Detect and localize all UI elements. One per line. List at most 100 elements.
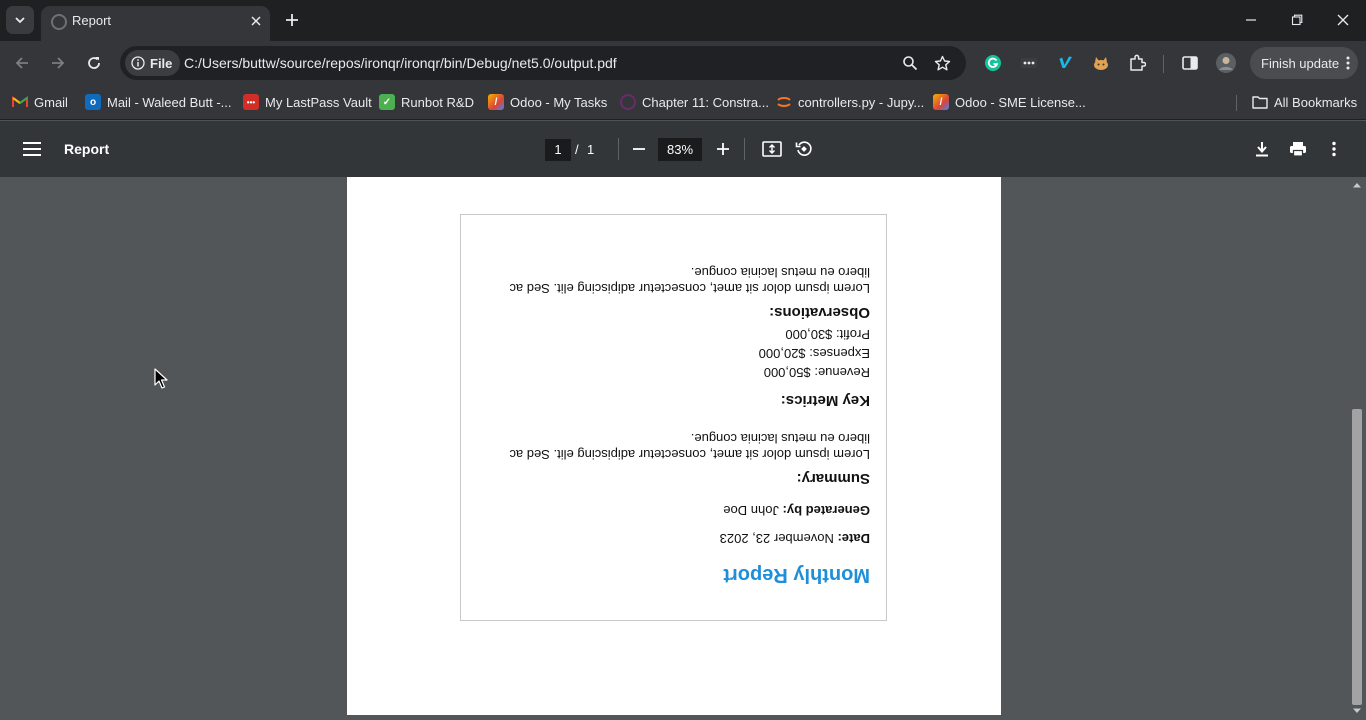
- date-label: Date:: [837, 531, 870, 546]
- address-bar[interactable]: File C:/Users/buttw/source/repos/ironqr/…: [120, 46, 966, 80]
- bookmarks-divider: [1236, 95, 1237, 111]
- globe-icon: [51, 14, 67, 30]
- url-text: C:/Users/buttw/source/repos/ironqr/ironq…: [184, 55, 617, 71]
- all-bookmarks-button[interactable]: All Bookmarks: [1252, 92, 1357, 112]
- zoom-out-button[interactable]: [627, 137, 651, 161]
- generated-label: Generated by:: [782, 503, 870, 518]
- download-icon: [1256, 142, 1268, 157]
- bookmarks-bar: Gmail o Mail - Waleed Butt -... ••• My L…: [0, 85, 1366, 120]
- tab-report[interactable]: Report: [41, 6, 270, 41]
- runbot-icon: ✓: [379, 94, 395, 110]
- print-button[interactable]: [1286, 137, 1310, 161]
- plus-icon: [286, 14, 298, 26]
- browser-toolbar: File C:/Users/buttw/source/repos/ironqr/…: [0, 41, 1366, 85]
- finish-update-button[interactable]: Finish update: [1250, 47, 1358, 79]
- report-box: Monthly Report Date: November 23, 2023 G…: [460, 214, 887, 621]
- report-title: Monthly Report: [723, 564, 870, 586]
- page-total: 1: [587, 142, 595, 157]
- more-vertical-icon: [1332, 141, 1336, 157]
- pdf-divider: [744, 138, 745, 160]
- bookmark-outlook[interactable]: o Mail - Waleed Butt -...: [85, 92, 232, 112]
- cat-icon: [1094, 57, 1108, 70]
- page-number-input[interactable]: 1: [545, 139, 571, 161]
- fit-page-button[interactable]: [760, 137, 784, 161]
- rotate-button[interactable]: [792, 137, 816, 161]
- extensions-button[interactable]: [1126, 52, 1148, 74]
- odoo-icon: /: [933, 94, 949, 110]
- scrollbar-thumb[interactable]: [1352, 409, 1362, 705]
- metric-revenue: Revenue: $50,000: [763, 365, 870, 380]
- bookmark-gmail[interactable]: Gmail: [12, 92, 68, 112]
- bookmark-odoo-license[interactable]: / Odoo - SME License...: [933, 92, 1086, 112]
- vimeo-extension[interactable]: [1054, 52, 1076, 74]
- minus-icon: [633, 148, 645, 150]
- toolbar-divider: [1163, 55, 1164, 73]
- date-value: November 23, 2023: [719, 531, 834, 546]
- metric-expenses: Expenses: $20,000: [758, 346, 870, 361]
- report-generated-by: Generated by: John Doe: [723, 503, 870, 518]
- report-content-rotated: Monthly Report Date: November 23, 2023 G…: [461, 215, 886, 620]
- minimize-button[interactable]: [1236, 6, 1266, 34]
- vimeo-icon: [1057, 56, 1072, 68]
- tab-strip: Report: [0, 0, 1366, 41]
- pdf-divider: [618, 138, 619, 160]
- site-info-chip[interactable]: File: [125, 50, 181, 76]
- back-button[interactable]: [8, 49, 36, 77]
- more-vertical-icon: [1346, 56, 1350, 70]
- bookmark-chapter-11[interactable]: Chapter 11: Constra...: [620, 92, 769, 112]
- close-window-button[interactable]: [1328, 6, 1358, 34]
- scroll-down-arrow-icon[interactable]: [1352, 707, 1362, 715]
- bookmark-jupyter[interactable]: controllers.py - Jupy...: [776, 92, 924, 112]
- bookmark-label: Runbot R&D: [401, 94, 474, 110]
- folder-icon: [1252, 94, 1268, 110]
- cat-extension[interactable]: [1090, 52, 1112, 74]
- menu-icon: [23, 142, 41, 156]
- profile-button[interactable]: [1215, 52, 1237, 74]
- page-separator: /: [575, 142, 579, 157]
- lastpass-icon: •••: [243, 94, 259, 110]
- zoom-level-input[interactable]: 83%: [658, 138, 702, 161]
- plus-icon: [717, 143, 729, 155]
- bookmark-label: Chapter 11: Constra...: [642, 94, 769, 110]
- summary-text: Lorem ipsum dolor sit amet, consectetur …: [509, 431, 870, 462]
- scroll-up-arrow-icon[interactable]: [1352, 181, 1362, 189]
- pdf-viewer[interactable]: Monthly Report Date: November 23, 2023 G…: [0, 177, 1366, 720]
- reload-button[interactable]: [80, 49, 108, 77]
- search-icon: [903, 56, 918, 71]
- gmail-icon: [12, 94, 28, 110]
- arrow-left-icon: [15, 57, 28, 69]
- new-tab-button[interactable]: [280, 8, 304, 32]
- restore-button[interactable]: [1282, 6, 1312, 34]
- restore-icon: [1291, 14, 1303, 26]
- rotate-icon: [795, 141, 812, 156]
- reload-icon: [88, 57, 100, 69]
- side-panel-button[interactable]: [1179, 52, 1201, 74]
- generated-value: John Doe: [723, 503, 779, 518]
- observations-heading: Observations:: [769, 304, 870, 321]
- pdf-toolbar: Report 1 / 1 83%: [0, 121, 1366, 177]
- zoom-in-button[interactable]: [711, 137, 735, 161]
- tab-search-button[interactable]: [6, 6, 34, 34]
- chip-label: File: [150, 55, 173, 71]
- star-icon: [934, 55, 950, 70]
- avatar-icon: [1216, 53, 1236, 73]
- bookmark-label: Odoo - My Tasks: [510, 94, 608, 110]
- finish-update-label: Finish update: [1261, 55, 1340, 71]
- bookmark-star-button[interactable]: [933, 54, 951, 72]
- dots-extension[interactable]: [1018, 52, 1040, 74]
- download-button[interactable]: [1250, 137, 1274, 161]
- bookmark-odoo-tasks[interactable]: / Odoo - My Tasks: [488, 92, 607, 112]
- pdf-page: Monthly Report Date: November 23, 2023 G…: [347, 177, 1001, 715]
- forward-button[interactable]: [44, 49, 72, 77]
- close-icon: [1337, 14, 1349, 26]
- tab-close-button[interactable]: [246, 11, 266, 31]
- zoom-search-button[interactable]: [901, 54, 919, 72]
- grammarly-extension[interactable]: [982, 52, 1004, 74]
- pdf-more-button[interactable]: [1322, 137, 1346, 161]
- observations-text: Lorem ipsum dolor sit amet, consectetur …: [509, 265, 870, 296]
- bookmark-runbot[interactable]: ✓ Runbot R&D: [379, 92, 474, 112]
- chapter-icon: [620, 94, 636, 110]
- pdf-title: Report: [64, 141, 110, 157]
- bookmark-lastpass[interactable]: ••• My LastPass Vault: [243, 92, 372, 112]
- pdf-menu-button[interactable]: [20, 137, 44, 161]
